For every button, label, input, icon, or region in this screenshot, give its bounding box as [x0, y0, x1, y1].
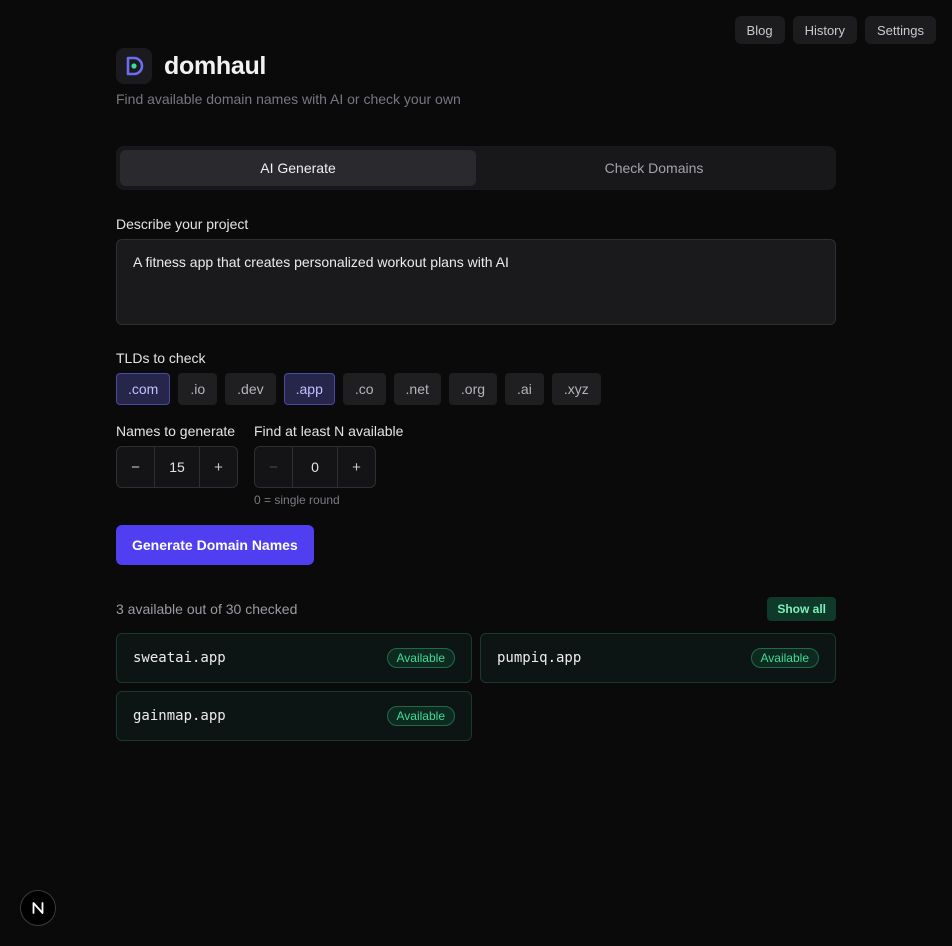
- brand-header: domhaul: [116, 48, 836, 84]
- tld-chip-xyz[interactable]: .xyz: [551, 373, 601, 405]
- find-available-increment-button[interactable]: +: [338, 447, 375, 487]
- results-grid: sweatai.app Available pumpiq.app Availab…: [116, 633, 836, 741]
- names-increment-button[interactable]: +: [200, 447, 237, 487]
- names-decrement-button[interactable]: −: [117, 447, 154, 487]
- find-available-decrement-button[interactable]: −: [255, 447, 292, 487]
- results-summary: 3 available out of 30 checked: [116, 601, 298, 617]
- tagline: Find available domain names with AI or c…: [116, 91, 461, 107]
- domain-name: gainmap.app: [133, 708, 226, 724]
- settings-button[interactable]: Settings: [865, 16, 936, 44]
- domhaul-logo-icon: [116, 48, 152, 84]
- domain-name: pumpiq.app: [497, 650, 582, 666]
- find-available-label: Find at least N available: [254, 423, 404, 439]
- names-to-generate-stepper: − 15 +: [116, 446, 238, 488]
- find-available-hint: 0 = single round: [254, 493, 340, 507]
- tlds-label: TLDs to check: [116, 350, 206, 366]
- names-to-generate-label: Names to generate: [116, 423, 236, 439]
- domain-name: sweatai.app: [133, 650, 226, 666]
- tab-ai-generate[interactable]: AI Generate: [120, 150, 476, 186]
- tld-chip-io[interactable]: .io: [178, 373, 218, 405]
- tld-chip-net[interactable]: .net: [393, 373, 441, 405]
- top-nav: Blog History Settings: [734, 16, 936, 44]
- show-all-button[interactable]: Show all: [767, 597, 836, 621]
- stepper-row: Names to generate − 15 + Find at least N…: [116, 423, 836, 507]
- domain-result-card[interactable]: pumpiq.app Available: [480, 633, 836, 683]
- tld-chip-org[interactable]: .org: [448, 373, 498, 405]
- tld-chip-com[interactable]: .com: [116, 373, 171, 405]
- find-available-value[interactable]: 0: [292, 447, 338, 487]
- names-to-generate-value[interactable]: 15: [154, 447, 200, 487]
- project-description-input[interactable]: A fitness app that creates personalized …: [116, 239, 836, 325]
- tld-chip-co[interactable]: .co: [342, 373, 386, 405]
- domain-result-card[interactable]: gainmap.app Available: [116, 691, 472, 741]
- generate-domain-names-button[interactable]: Generate Domain Names: [116, 525, 314, 565]
- status-badge: Available: [750, 648, 819, 668]
- blog-button[interactable]: Blog: [734, 16, 785, 44]
- tld-chip-app[interactable]: .app: [283, 373, 335, 405]
- find-available-group: Find at least N available − 0 + 0 = sing…: [254, 423, 403, 507]
- tld-chip-ai[interactable]: .ai: [505, 373, 544, 405]
- project-label: Describe your project: [116, 216, 249, 232]
- names-to-generate-group: Names to generate − 15 +: [116, 423, 238, 507]
- status-badge: Available: [386, 648, 455, 668]
- mode-tabs: AI Generate Check Domains: [116, 146, 836, 190]
- results-header: 3 available out of 30 checked Show all: [116, 597, 836, 621]
- tld-options: .com .io .dev .app .co .net .org .ai .xy…: [116, 373, 836, 405]
- tld-chip-dev[interactable]: .dev: [225, 373, 276, 405]
- status-badge: Available: [386, 706, 455, 726]
- history-button[interactable]: History: [792, 16, 858, 44]
- main-content: domhaul Find available domain names with…: [116, 48, 836, 741]
- nextjs-icon[interactable]: [20, 890, 56, 926]
- brand-name: domhaul: [164, 51, 267, 80]
- domain-result-card[interactable]: sweatai.app Available: [116, 633, 472, 683]
- find-available-stepper: − 0 +: [254, 446, 376, 488]
- tab-check-domains[interactable]: Check Domains: [476, 150, 832, 186]
